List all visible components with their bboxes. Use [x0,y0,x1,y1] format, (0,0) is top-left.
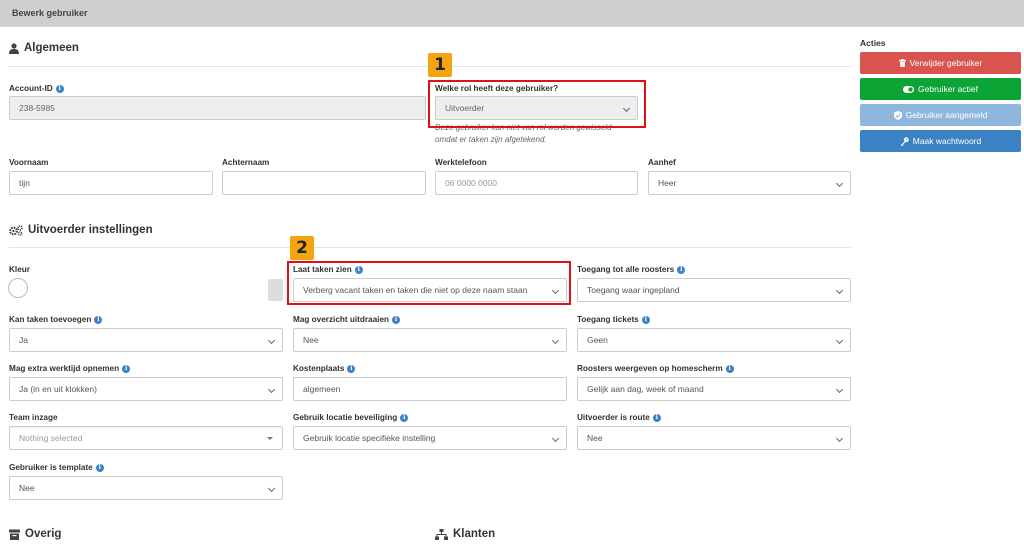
info-icon: i [122,364,131,373]
cost-center-label: Kostenplaats i [293,364,356,373]
firstname-label: Voornaam [9,158,49,167]
page-header: Bewerk gebruiker [0,0,1024,27]
info-icon: i [641,315,650,324]
toggle-on-icon [903,85,914,93]
add-tasks-label: Kan taken toevoegen i [9,315,103,324]
print-overview-select[interactable]: Nee [293,328,567,352]
section-executor-title: Uitvoerder instellingen [9,224,153,236]
print-overview-label: Mag overzicht uitdraaien i [293,315,400,324]
team-multiselect[interactable]: Nothing selected [9,426,283,450]
extra-time-label: Mag extra werktijd opnemen i [9,364,131,373]
shield-check-icon [893,110,902,120]
color-picker[interactable] [8,278,28,298]
info-icon: i [347,364,356,373]
color-label: Kleur [9,265,30,274]
page-title: Bewerk gebruiker [12,8,88,18]
archive-icon [9,529,20,540]
template-label: Gebruiker is template i [9,463,104,472]
info-icon: i [652,413,661,422]
info-icon: i [725,364,734,373]
section-clients-title: Klanten [435,528,495,540]
location-security-select[interactable]: Gebruik locatie specifieke instelling [293,426,567,450]
actions-title: Acties [860,38,886,48]
extra-time-select[interactable]: Ja (in en uit klokken) [9,377,283,401]
phone-label: Werktelefoon [435,158,487,167]
gears-icon [9,224,23,236]
template-select[interactable]: Nee [9,476,283,500]
home-schedules-select[interactable]: Gelijk aan dag, week of maand [577,377,851,401]
section-other-title: Overig [9,528,61,540]
info-icon: i [400,413,409,422]
lastname-label: Achternaam [222,158,270,167]
info-icon: i [392,315,400,324]
color-swatch[interactable] [268,279,283,301]
sitemap-icon [435,528,448,540]
team-label: Team inzage [9,413,58,422]
info-icon: i [55,84,64,93]
delete-user-button[interactable]: Verwijder gebruiker [860,52,1021,74]
lastname-input[interactable] [222,171,426,195]
route-select[interactable]: Nee [577,426,851,450]
home-schedules-label: Roosters weergeven op homescherm i [577,364,734,373]
divider [9,247,851,248]
user-active-button[interactable]: Gebruiker actief [860,78,1021,100]
account-id-field: 238-5985 [9,96,426,120]
all-schedules-label: Toegang tot alle roosters i [577,265,686,274]
highlight-box-1 [428,80,646,128]
phone-input[interactable]: 06 0000 0000 [435,171,638,195]
trash-icon [898,59,906,67]
salutation-select[interactable]: Heer [648,171,851,195]
make-password-button[interactable]: Maak wachtwoord [860,130,1021,152]
route-label: Uitvoerder is route i [577,413,661,422]
firstname-input[interactable]: tijn [9,171,213,195]
info-icon: i [95,463,104,472]
salutation-label: Aanhef [648,158,676,167]
callout-badge-2: 2 [290,236,314,260]
add-tasks-select[interactable]: Ja [9,328,283,352]
info-icon: i [94,315,103,324]
section-general-title: Algemeen [9,42,79,54]
tickets-label: Toegang tickets i [577,315,650,324]
highlight-box-2 [287,261,571,305]
user-icon [9,42,19,54]
all-schedules-select[interactable]: Toegang waar ingepland [577,278,851,302]
tickets-select[interactable]: Geen [577,328,851,352]
cost-center-input[interactable]: algemeen [293,377,567,401]
account-id-label: Account-ID i [9,84,64,93]
location-security-label: Gebruik locatie beveiliging i [293,413,409,422]
key-icon [900,136,909,146]
callout-badge-1: 1 [428,53,452,77]
info-icon: i [677,265,686,274]
user-signed-in-button[interactable]: Gebruiker aangemeld [860,104,1021,126]
